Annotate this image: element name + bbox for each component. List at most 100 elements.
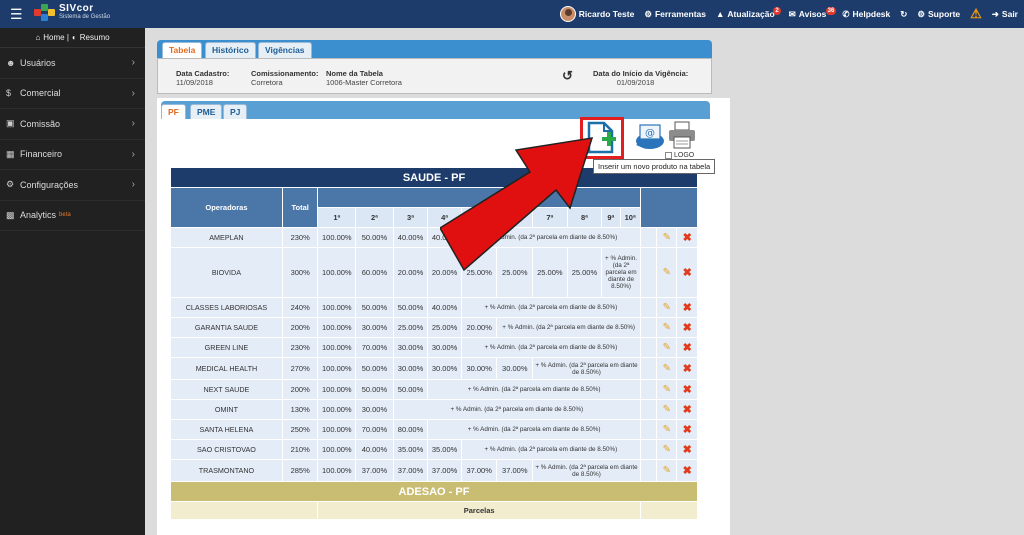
delete-button[interactable]: ✖ [676, 337, 698, 358]
chevron-right-icon: › [131, 57, 135, 68]
sivcor-logo-mark-icon [34, 4, 56, 22]
nome-tabela-field: Nome da Tabela 1006-Master Corretora [326, 69, 402, 87]
pencil-icon: ✎ [662, 342, 671, 353]
adesao-parcelas-header: Parcelas [317, 501, 641, 520]
avisos-badge: 36 [825, 6, 837, 15]
tab-pf[interactable]: PF [161, 104, 186, 119]
vigencia-value: 01/09/2018 [616, 78, 655, 87]
refresh-button[interactable]: ↻ [900, 9, 907, 20]
parcel-value-cell: 100.00% [317, 297, 357, 318]
delete-button[interactable]: ✖ [676, 439, 698, 460]
sidebar-item-configuracoes[interactable]: ⚙ Configurações › [0, 170, 145, 201]
sidebar: ⌂ Home | ◐ Resumo ☻ Usuários › $ Comerci… [0, 28, 145, 535]
avisos-menu[interactable]: ✉ Avisos 36 [789, 6, 837, 20]
parcel-value-cell: 50.00% [355, 379, 394, 400]
avisos-label: Avisos [798, 9, 827, 19]
sidebar-item-financeiro[interactable]: ▦ Financeiro › [0, 140, 145, 170]
home-link[interactable]: Home | [43, 33, 69, 42]
suporte-label: Suporte [928, 9, 961, 19]
parcel-value-cell: 20.00% [460, 317, 498, 338]
vigencia-label: Data do Início da Vigência: [593, 69, 689, 78]
parcel-value-cell: 100.00% [317, 379, 357, 400]
resumo-link[interactable]: Resumo [80, 33, 110, 42]
parcel-value-cell: 100.00% [317, 419, 357, 440]
delete-button[interactable]: ✖ [676, 227, 698, 248]
sidebar-item-comercial[interactable]: $ Comercial › [0, 79, 145, 109]
data-cadastro-field: Data Cadastro: 11/09/2018 [176, 69, 229, 87]
edit-button[interactable]: ✎ [656, 227, 678, 248]
edit-button[interactable]: ✎ [656, 297, 678, 318]
email-icon[interactable]: @ [632, 121, 668, 153]
admin-note: + % Admin. (da 2ª parcela em diante de 8… [460, 297, 641, 318]
actions-header [639, 187, 699, 228]
spacer-cell [639, 337, 658, 358]
table-row: MEDICAL HEALTH 270% 100.00% 50.00% 30.00% 30.… [170, 357, 698, 380]
edit-button[interactable]: ✎ [656, 459, 678, 482]
parcel-value-cell: 25.00% [460, 247, 498, 298]
logout-button[interactable]: ➜ Sair [992, 9, 1018, 20]
edit-button[interactable]: ✎ [656, 419, 678, 440]
parcel-value-cell: 50.00% [392, 379, 429, 400]
tab-vigencias[interactable]: Vigências [258, 42, 312, 58]
nome-tabela-label: Nome da Tabela [326, 69, 383, 78]
spacer-cell [639, 419, 658, 440]
edit-button[interactable]: ✎ [656, 439, 678, 460]
delete-button[interactable]: ✖ [676, 379, 698, 400]
delete-button[interactable]: ✖ [676, 399, 698, 420]
parcel-header: 5ª [460, 207, 498, 228]
total-cell: 230% [281, 227, 319, 248]
tab-tabela[interactable]: Tabela [162, 42, 203, 58]
parcel-value-cell: 30.00% [392, 357, 429, 380]
parcel-value-cell: 25.00% [566, 247, 603, 298]
parcel-value-cell: 25.00% [427, 317, 462, 338]
helpdesk-menu[interactable]: ✆ Helpdesk [842, 9, 890, 20]
sidebar-item-comissao[interactable]: ▣ Comissão › [0, 109, 145, 140]
app-logo[interactable]: SIVcor Sistema de Gestão [34, 4, 110, 22]
suporte-menu[interactable]: ⚙ Suporte [917, 9, 960, 20]
edit-button[interactable]: ✎ [656, 379, 678, 400]
delete-button[interactable]: ✖ [676, 357, 698, 380]
edit-button[interactable]: ✎ [656, 247, 678, 298]
delete-button[interactable]: ✖ [676, 459, 698, 482]
delete-button[interactable]: ✖ [676, 419, 698, 440]
edit-button[interactable]: ✎ [656, 357, 678, 380]
printer-icon[interactable] [667, 120, 697, 150]
total-cell: 240% [281, 297, 319, 318]
pencil-icon: ✎ [662, 404, 671, 415]
close-x-icon: ✖ [682, 404, 692, 416]
alert-button[interactable]: ⚠ [970, 6, 982, 22]
sidebar-item-analytics[interactable]: ▩ Analytics beta [0, 201, 145, 231]
col-total: Total [281, 187, 319, 228]
table-row: GREEN LINE 230% 100.00% 70.00% 30.00% 30.00% +… [170, 337, 698, 358]
add-product-button[interactable] [580, 117, 624, 159]
sidebar-item-label: Analytics [20, 210, 57, 221]
parcel-value-cell: 60.00% [355, 247, 394, 298]
edit-button[interactable]: ✎ [656, 337, 678, 358]
parcel-value-cell: 100.00% [317, 227, 357, 248]
tab-pj[interactable]: PJ [223, 104, 248, 119]
main-content: Tabela Histórico Vigências Data Cadastro… [145, 28, 1024, 535]
pencil-icon: ✎ [662, 302, 671, 313]
edit-button[interactable]: ✎ [656, 317, 678, 338]
user-menu[interactable]: Ricardo Teste [559, 6, 634, 22]
logo-checkbox[interactable]: LOGO [665, 152, 694, 159]
spacer-cell [639, 317, 658, 338]
edit-button[interactable]: ✎ [656, 399, 678, 420]
parcel-header: 8ª [566, 207, 603, 228]
tab-historico[interactable]: Histórico [205, 42, 256, 58]
admin-note: + % Admin. (da 2ª parcela em diante de 8… [460, 337, 641, 358]
tab-pme[interactable]: PME [190, 104, 223, 119]
admin-note: + % Admin. (da 2ª parcela em diante de 8… [532, 357, 641, 380]
delete-button[interactable]: ✖ [676, 297, 698, 318]
delete-button[interactable]: ✖ [676, 317, 698, 338]
delete-button[interactable]: ✖ [676, 247, 698, 298]
atualizacao-menu[interactable]: ▲ Atualização 2 [716, 7, 781, 19]
chevron-right-icon: › [131, 118, 135, 129]
helpdesk-label: Helpdesk [852, 9, 891, 19]
refresh-icon[interactable]: ↺ [562, 68, 573, 84]
atualizacao-label: Atualização [727, 9, 775, 19]
ferramentas-menu[interactable]: ⚙ Ferramentas [644, 9, 706, 20]
avatar [559, 6, 576, 22]
sidebar-item-usuarios[interactable]: ☻ Usuários › [0, 48, 145, 79]
hamburger-menu-icon[interactable]: ☰ [10, 7, 23, 21]
